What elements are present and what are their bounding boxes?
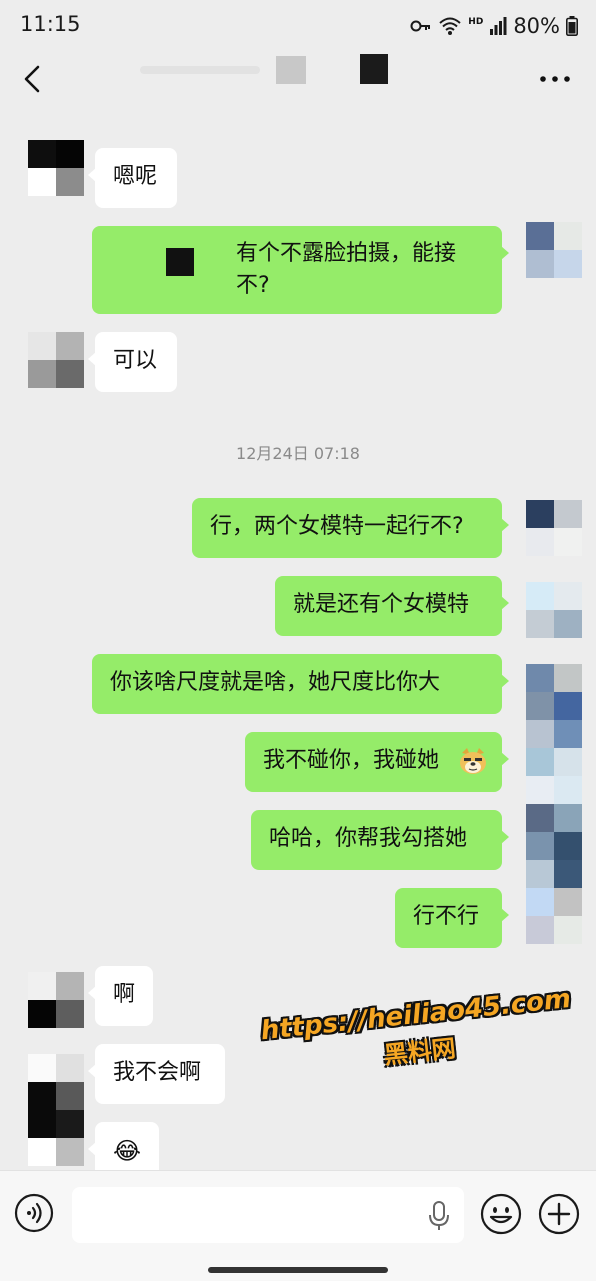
message-timestamp: 12月24日 07:18 — [236, 444, 360, 463]
message-bubble-outgoing[interactable]: 就是还有个女模特 — [275, 576, 509, 636]
voice-icon[interactable] — [14, 1193, 54, 1233]
status-icons: HD 80% — [410, 12, 578, 40]
redacted-block — [166, 248, 194, 276]
avatar[interactable] — [28, 332, 84, 388]
message-text: 哈哈，你帮我勾搭她 — [269, 826, 468, 851]
message-text: 就是还有个女模特 — [293, 592, 470, 617]
message-bubble-outgoing[interactable]: 行，两个女模特一起行不? — [192, 498, 509, 558]
plus-icon[interactable] — [538, 1193, 580, 1235]
message-text: 行不行 — [413, 904, 480, 929]
message-text: 啊 — [113, 982, 136, 1007]
contact-name-redacted-block — [360, 54, 388, 84]
mic-icon[interactable] — [428, 1201, 450, 1231]
message-bubble-incoming[interactable]: 嗯呢 — [88, 148, 177, 208]
avatar-self[interactable] — [526, 832, 582, 888]
avatar-self[interactable] — [526, 582, 582, 638]
signal-icon — [490, 17, 507, 35]
chat-header — [0, 52, 596, 108]
message-text: 可以 — [113, 348, 158, 373]
status-time: 11:15 — [20, 12, 81, 36]
avatar-self[interactable] — [526, 222, 582, 278]
contact-name-redacted-block — [276, 56, 306, 84]
doge-emoji-icon — [460, 748, 486, 774]
home-indicator[interactable] — [208, 1267, 388, 1273]
input-bar — [0, 1170, 596, 1281]
status-bar: 11:15 HD 80% — [0, 0, 596, 52]
message-text: 😂 — [113, 1137, 142, 1165]
message-bubble-outgoing[interactable]: 行不行 — [395, 888, 509, 948]
message-bubble-outgoing[interactable]: 我不碰你，我碰她 — [245, 732, 509, 792]
key-icon — [410, 20, 431, 32]
message-bubble-incoming[interactable]: 我不会啊 — [88, 1044, 225, 1104]
avatar-self[interactable] — [526, 776, 582, 832]
avatar[interactable] — [28, 140, 84, 196]
message-bubble-incoming[interactable]: 啊 — [88, 966, 153, 1026]
message-bubble-outgoing[interactable]: 哈哈，你帮我勾搭她 — [251, 810, 509, 870]
avatar-self[interactable] — [526, 500, 582, 556]
avatar[interactable] — [28, 1054, 84, 1110]
message-text: 我不会啊 — [113, 1060, 202, 1085]
contact-name-redacted — [140, 66, 260, 74]
avatar[interactable] — [28, 1110, 84, 1166]
battery-percent: 80% — [513, 14, 560, 38]
avatar[interactable] — [28, 972, 84, 1028]
message-bubble-outgoing[interactable]: 有个不露脸拍摄，能接不? — [92, 226, 509, 314]
message-input[interactable] — [72, 1187, 464, 1243]
message-text: 我不碰你，我碰她 — [263, 748, 440, 773]
avatar-self[interactable] — [526, 720, 582, 776]
avatar-self[interactable] — [526, 888, 582, 944]
message-bubble-incoming[interactable]: 😂 — [88, 1122, 159, 1170]
emoji-icon[interactable] — [480, 1193, 522, 1235]
avatar-self[interactable] — [526, 664, 582, 720]
wifi-icon — [439, 17, 461, 35]
message-text: 你该啥尺度就是啥，她尺度比你大 — [110, 670, 441, 695]
message-text: 嗯呢 — [113, 164, 158, 189]
back-icon[interactable] — [18, 64, 48, 94]
network-label: HD — [468, 17, 484, 27]
battery-icon — [566, 16, 578, 36]
message-bubble-incoming[interactable]: 可以 — [88, 332, 177, 392]
message-bubble-outgoing[interactable]: 你该啥尺度就是啥，她尺度比你大 — [92, 654, 509, 714]
more-icon[interactable] — [538, 66, 572, 92]
message-text: 行，两个女模特一起行不? — [210, 514, 464, 539]
